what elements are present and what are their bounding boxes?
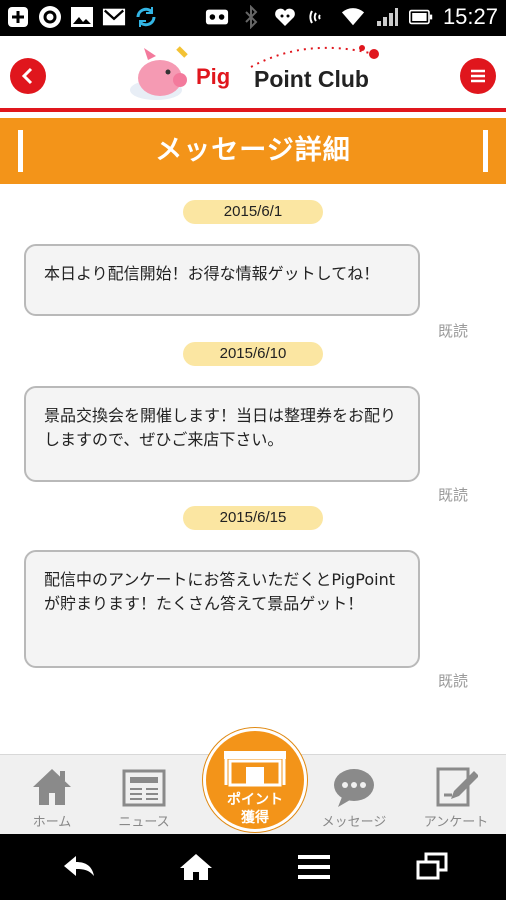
system-nav-bar <box>0 834 506 900</box>
message-text: 本日より配信開始！お得な情報ゲットしてね！ <box>44 264 380 283</box>
nfc-icon <box>307 5 331 29</box>
add-box-icon <box>6 5 30 29</box>
back-button[interactable] <box>10 58 46 94</box>
voicemail-icon <box>205 5 229 29</box>
message-bubble[interactable]: 配信中のアンケートにお答えいただくとPigPointが貯まります！たくさん答えて… <box>24 550 420 668</box>
survey-edit-icon <box>436 767 478 807</box>
menu-icon[interactable] <box>294 852 334 882</box>
banner-bar-right <box>483 130 488 172</box>
message-date: 2015/6/1 <box>183 200 323 224</box>
get-points-label: ポイント 獲得 <box>206 791 304 827</box>
image-icon <box>70 5 94 29</box>
message-bubble[interactable]: 本日より配信開始！お得な情報ゲットしてね！ <box>24 244 420 316</box>
newspaper-icon <box>122 769 166 807</box>
nav-message-label: メッセージ <box>321 815 387 830</box>
home-icon[interactable] <box>176 852 216 882</box>
get-points-line1: ポイント <box>227 792 283 808</box>
page-title: メッセージ詳細 <box>155 135 351 166</box>
nav-survey[interactable]: アンケート <box>408 755 504 835</box>
chat-bubble-icon <box>334 769 374 807</box>
logo-club-text: Point Club <box>254 66 369 92</box>
nav-home[interactable]: ホーム <box>4 755 100 835</box>
get-points-button[interactable]: ポイント 獲得 <box>203 728 307 832</box>
wifi-icon <box>341 5 365 29</box>
piggy-bank-icon <box>130 46 188 100</box>
shop-icon <box>224 751 286 787</box>
bluetooth-icon <box>239 5 263 29</box>
menu-button[interactable] <box>460 58 496 94</box>
logo-pig-text: Pig <box>196 64 231 89</box>
heart-smile-icon <box>273 5 297 29</box>
back-icon[interactable] <box>58 852 98 882</box>
nav-message[interactable]: メッセージ <box>306 755 402 835</box>
chevron-left-icon <box>21 67 33 85</box>
read-status: 既読 <box>438 322 469 340</box>
header-divider <box>0 108 506 112</box>
message-list[interactable]: 2015/6/1 本日より配信開始！お得な情報ゲットしてね！ 既読 2015/6… <box>0 184 506 754</box>
read-status: 既読 <box>438 672 469 690</box>
nav-news[interactable]: ニュース <box>96 755 192 835</box>
message-date: 2015/6/10 <box>183 342 323 366</box>
signal-icon <box>375 5 399 29</box>
app-header: Pig Point Club <box>0 36 506 112</box>
nav-survey-label: アンケート <box>423 815 489 830</box>
circle-a-icon <box>38 5 62 29</box>
message-bubble[interactable]: 景品交換会を開催します！当日は整理券をお配りしますので、ぜひご来店下さい。 <box>24 386 420 482</box>
menu-icon <box>471 69 485 83</box>
nav-news-label: ニュース <box>118 815 170 830</box>
get-points-line2: 獲得 <box>241 810 269 826</box>
home-icon <box>33 769 71 805</box>
sync-icon <box>134 5 158 29</box>
status-bar: 15:27 <box>0 0 506 36</box>
nav-home-label: ホーム <box>32 815 72 830</box>
clock: 15:27 <box>442 4 498 29</box>
battery-icon <box>408 5 433 29</box>
message-date: 2015/6/15 <box>183 506 323 530</box>
recents-icon[interactable] <box>412 852 452 882</box>
gmail-icon <box>102 5 126 29</box>
message-text: 景品交換会を開催します！当日は整理券をお配りしますので、ぜひご来店下さい。 <box>44 406 397 449</box>
title-banner: メッセージ詳細 <box>0 118 506 184</box>
read-status: 既読 <box>438 486 469 504</box>
message-text: 配信中のアンケートにお答えいただくとPigPointが貯まります！たくさん答えて… <box>44 570 395 613</box>
